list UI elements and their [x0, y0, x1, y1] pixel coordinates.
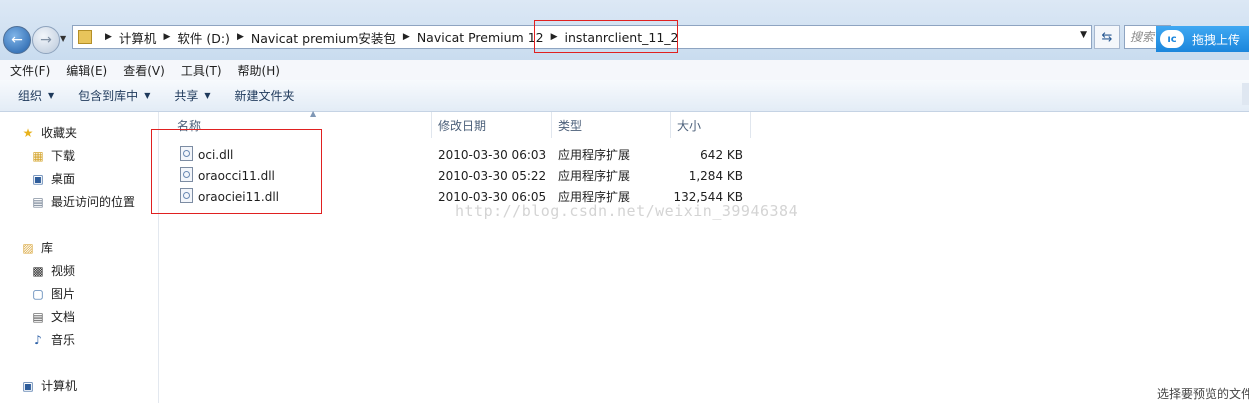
chevron-right-icon[interactable]: ▶ — [105, 32, 112, 42]
refresh-icon: ⇆ — [1101, 29, 1113, 45]
picture-icon: ▢ — [32, 286, 44, 301]
nav-pictures-label: 图片 — [51, 287, 76, 301]
chevron-down-icon: ▼ — [204, 91, 211, 100]
nav-downloads-label: 下载 — [51, 149, 76, 163]
nav-music-label: 音乐 — [51, 333, 76, 347]
organize-label: 组织 — [18, 89, 43, 103]
nav-favorites-label: 收藏夹 — [41, 126, 78, 140]
toolbar-scroll[interactable] — [1242, 83, 1249, 105]
back-arrow-icon: ← — [11, 32, 23, 48]
crumb-installer[interactable]: Navicat premium安装包 — [251, 28, 396, 47]
star-icon: ★ — [22, 125, 34, 140]
nav-libraries[interactable]: ▨ 库 — [20, 239, 53, 256]
column-type-label: 类型 — [558, 118, 583, 133]
include-library-button[interactable]: 包含到库中 ▼ — [78, 87, 150, 104]
column-size-label: 大小 — [677, 118, 702, 133]
nav-favorites[interactable]: ★ 收藏夹 — [20, 124, 77, 141]
sort-up-icon: ▲ — [310, 109, 317, 118]
forward-arrow-icon: → — [40, 32, 52, 48]
document-icon: ▤ — [32, 309, 44, 324]
highlight-box-files — [151, 129, 322, 214]
recent-places-icon: ▤ — [32, 194, 44, 209]
new-folder-label: 新建文件夹 — [234, 89, 295, 103]
video-icon: ▩ — [32, 263, 44, 278]
column-modified-label: 修改日期 — [438, 118, 487, 133]
watermark-text: http://blog.csdn.net/weixin_39946384 — [455, 202, 799, 220]
menu-view[interactable]: 查看(V) — [123, 62, 165, 79]
column-header-type[interactable]: 类型 — [552, 112, 671, 138]
chevron-right-icon[interactable]: ▶ — [403, 32, 410, 42]
nav-desktop-label: 桌面 — [51, 172, 76, 186]
navigation-pane: ★ 收藏夹 ▦ 下载 ▣ 桌面 ▤ 最近访问的位置 ▨ 库 ▩ 视频 ▢ 图片 … — [0, 112, 159, 403]
menu-file[interactable]: 文件(F) — [10, 62, 50, 79]
file-type-cell: 应用程序扩展 — [558, 148, 631, 162]
menu-bar: 文件(F) 编辑(E) 查看(V) 工具(T) 帮助(H) — [0, 60, 1249, 80]
highlight-box-address — [534, 20, 678, 53]
file-modified-cell: 2010-03-30 06:03 — [438, 148, 547, 162]
folder-icon — [78, 30, 92, 44]
nav-libraries-label: 库 — [41, 241, 54, 255]
include-library-label: 包含到库中 — [78, 89, 139, 103]
preview-hint: 选择要预览的文件 — [1157, 387, 1249, 401]
file-list: 名称 ▲ 修改日期 类型 大小 oci.dll 2010-03-30 06:03… — [159, 109, 1249, 403]
nav-computer-label: 计算机 — [41, 379, 78, 393]
computer-icon: ▣ — [22, 378, 34, 393]
column-header-modified[interactable]: 修改日期 — [432, 112, 552, 138]
nav-recent[interactable]: ▤ 最近访问的位置 — [30, 193, 135, 210]
share-label: 共享 — [174, 89, 199, 103]
nav-downloads[interactable]: ▦ 下载 — [30, 147, 75, 164]
back-button[interactable]: ← — [3, 26, 31, 54]
file-type-cell: 应用程序扩展 — [558, 169, 631, 183]
crumb-drive[interactable]: 软件 (D:) — [177, 28, 230, 47]
command-toolbar: 组织 ▼ 包含到库中 ▼ 共享 ▼ 新建文件夹 — [0, 80, 1249, 112]
desktop-icon: ▣ — [32, 171, 44, 186]
new-folder-button[interactable]: 新建文件夹 — [235, 87, 295, 104]
drag-upload-label: 拖拽上传 — [1192, 32, 1241, 47]
refresh-button[interactable]: ⇆ — [1094, 25, 1120, 49]
nav-videos-label: 视频 — [51, 264, 76, 278]
share-button[interactable]: 共享 ▼ — [174, 87, 210, 104]
crumb-navicat12[interactable]: Navicat Premium 12 — [417, 30, 544, 45]
nav-documents[interactable]: ▤ 文档 — [30, 308, 75, 325]
chevron-right-icon[interactable]: ▶ — [163, 32, 170, 42]
nav-pictures[interactable]: ▢ 图片 — [30, 285, 75, 302]
menu-tools[interactable]: 工具(T) — [181, 62, 222, 79]
download-folder-icon: ▦ — [32, 148, 44, 163]
chevron-right-icon[interactable]: ▶ — [237, 32, 244, 42]
recent-pages-dropdown[interactable]: ▼ — [60, 34, 66, 43]
file-size-cell: 1,284 KB — [688, 169, 743, 183]
nav-music[interactable]: ♪ 音乐 — [30, 331, 75, 348]
file-modified-cell: 2010-03-30 05:22 — [438, 169, 547, 183]
cloud-logo-icon: ıc — [1160, 30, 1184, 48]
menu-edit[interactable]: 编辑(E) — [66, 62, 107, 79]
forward-button[interactable]: → — [32, 26, 60, 54]
nav-documents-label: 文档 — [51, 310, 76, 324]
address-history-dropdown[interactable]: ▼ — [1080, 30, 1087, 40]
chevron-down-icon: ▼ — [144, 91, 151, 100]
nav-computer[interactable]: ▣ 计算机 — [20, 377, 77, 394]
nav-recent-label: 最近访问的位置 — [51, 195, 136, 209]
drag-upload-button[interactable]: ıc 拖拽上传 — [1156, 26, 1249, 52]
library-icon: ▨ — [22, 240, 34, 255]
organize-button[interactable]: 组织 ▼ — [18, 87, 54, 104]
column-header-size[interactable]: 大小 — [671, 112, 751, 138]
nav-desktop[interactable]: ▣ 桌面 — [30, 170, 75, 187]
nav-videos[interactable]: ▩ 视频 — [30, 262, 75, 279]
menu-help[interactable]: 帮助(H) — [238, 62, 280, 79]
music-note-icon: ♪ — [34, 332, 42, 347]
crumb-computer[interactable]: 计算机 — [119, 28, 157, 47]
file-size-cell: 642 KB — [700, 148, 743, 162]
chevron-down-icon: ▼ — [48, 91, 55, 100]
